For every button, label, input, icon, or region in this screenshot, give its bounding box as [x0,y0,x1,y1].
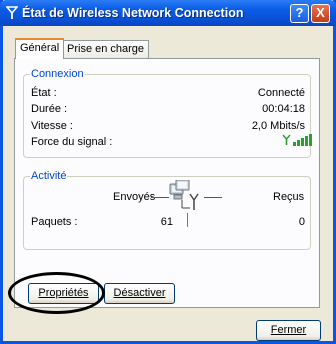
properties-button[interactable]: Propriétés [28,283,99,304]
close-window-button[interactable]: X [311,4,330,23]
sent-line [151,197,169,198]
speed-label: Vitesse : [31,120,73,132]
network-computers-icon [168,179,206,217]
state-value: Connecté [257,87,305,99]
packets-label: Paquets : [31,216,78,228]
window-title: État de Wireless Network Connection [22,6,244,20]
title-bar[interactable]: État de Wireless Network Connection ? X [0,0,336,26]
activity-group: Activité [23,170,311,250]
packets-sent-value: 61 [160,216,173,228]
disable-button-label: Désactiver [113,287,166,299]
signal-strength-label: Force du signal : [31,136,113,148]
packets-divider [187,213,188,227]
speed-value: 2,0 Mbits/s [251,120,305,132]
signal-strength-icon [282,134,312,146]
activity-legend: Activité [30,170,68,182]
close-button[interactable]: Fermer [256,320,321,341]
sent-label: Envoyés [113,191,156,203]
state-label: État : [31,87,57,99]
close-button-label: Fermer [270,324,307,336]
disable-button[interactable]: Désactiver [104,283,175,304]
received-line [204,197,222,198]
duration-value: 00:04:18 [262,103,305,115]
wireless-antenna-icon [5,5,20,21]
tab-general[interactable]: Général [15,38,65,59]
received-label: Reçus [273,191,305,203]
duration-label: Durée : [31,103,68,115]
properties-button-label: Propriétés [38,287,89,299]
help-button[interactable]: ? [290,4,309,23]
connection-legend: Connexion [30,68,85,80]
packets-received-value: 0 [298,216,305,228]
tab-prise-en-charge[interactable]: Prise en charge [62,40,150,58]
